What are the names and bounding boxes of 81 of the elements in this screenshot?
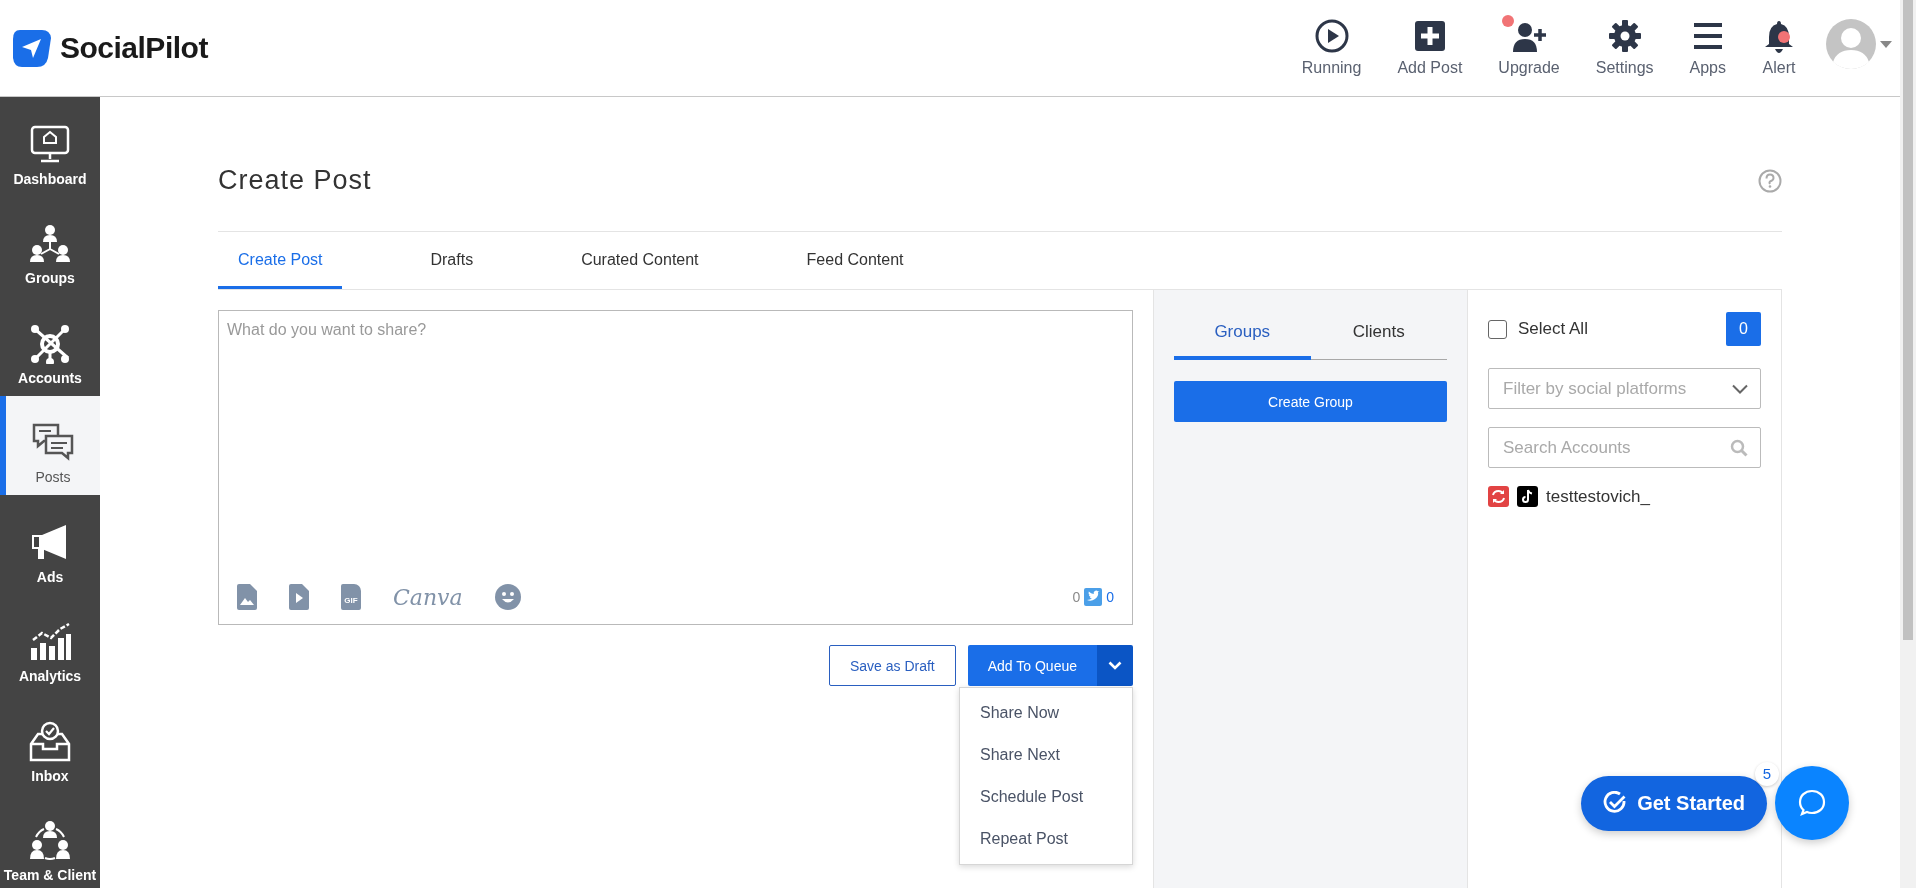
header-action-button[interactable]: Add Post (1379, 19, 1481, 77)
menu-item[interactable]: Share Now (960, 692, 1132, 734)
hierarchy-icon (28, 222, 72, 264)
account-name[interactable]: testtestovich_ (1546, 486, 1650, 507)
tab[interactable]: Groups (1174, 310, 1311, 360)
sidebar-label: Team & Client (3, 867, 97, 883)
character-count: 0 (1072, 589, 1081, 605)
count-badge: 5 (1755, 761, 1779, 786)
sidebar-item[interactable]: Team & Client (0, 793, 100, 888)
sidebar-item[interactable]: Dashboard (0, 97, 100, 197)
inbox-tray-icon (28, 719, 72, 762)
sidebar-item[interactable]: Posts (0, 395, 100, 495)
search-field[interactable]: Search Accounts (1488, 427, 1761, 468)
sidebar-item[interactable]: Analytics (0, 594, 100, 694)
header-action-button[interactable]: Running (1283, 19, 1380, 77)
checkbox[interactable] (1488, 319, 1507, 339)
search-input[interactable]: Search Accounts (1501, 436, 1730, 459)
sidebar-item[interactable]: Accounts (0, 296, 100, 396)
avatar-icon[interactable] (1826, 19, 1876, 69)
header-action-button[interactable]: Upgrade (1480, 19, 1578, 77)
create-group-button[interactable]: Create Group (1174, 381, 1447, 422)
sidebar-label: Dashboard (13, 170, 87, 187)
menu-item[interactable]: Share Next (960, 734, 1132, 776)
chevron-down-icon (1108, 661, 1122, 670)
menu-item[interactable]: Schedule Post (960, 776, 1132, 818)
header-action-button[interactable]: Alert (1744, 19, 1814, 77)
tab[interactable]: Clients (1310, 310, 1447, 360)
add-to-queue-button[interactable]: Add To Queue (967, 645, 1097, 686)
tab[interactable]: Drafts (410, 232, 494, 289)
video-file-icon[interactable] (289, 584, 309, 610)
play-icon (1314, 19, 1349, 53)
filter-input[interactable]: Filter by social platforms (1501, 377, 1732, 400)
select-all-label: Select All (1518, 319, 1588, 339)
sidebar-label: Analytics (18, 668, 82, 684)
twitter-count: 0 (1106, 589, 1114, 605)
bird-icon (1084, 588, 1103, 606)
page-title: Create Post (218, 165, 372, 196)
tab[interactable]: Feed Content (786, 232, 924, 289)
image-icon[interactable] (237, 584, 257, 610)
selected-count: 0 (1726, 312, 1761, 346)
sidebar-item[interactable]: Inbox (0, 694, 100, 794)
sidebar-label: Inbox (31, 767, 69, 784)
sidebar-label: Ads (36, 568, 64, 585)
chevron-down-icon (1732, 383, 1748, 394)
sidebar-label: Groups (25, 270, 75, 286)
music-note-icon (1517, 486, 1538, 507)
tab[interactable]: Create Post (218, 232, 343, 289)
action-label: Running (1301, 59, 1362, 77)
header-action-button[interactable]: Settings (1577, 19, 1672, 77)
tab[interactable]: Curated Content (561, 232, 719, 289)
help-icon[interactable] (1758, 168, 1782, 193)
refresh-icon[interactable] (1488, 486, 1509, 507)
sidebar-label: Posts (35, 469, 71, 485)
action-label: Apps (1689, 59, 1726, 77)
filter-dropdown[interactable]: Filter by social platforms (1488, 368, 1761, 409)
sidebar-item[interactable]: Groups (0, 196, 100, 296)
plus-square-icon (1412, 19, 1447, 53)
action-label: Settings (1595, 59, 1654, 77)
caret-icon[interactable] (1880, 40, 1892, 48)
save-draft-button[interactable]: Save as Draft (828, 645, 956, 686)
sidebar-item[interactable]: Ads (0, 495, 100, 595)
sidebar-label: Accounts (18, 369, 82, 386)
logo-text: SocialPilot (60, 31, 208, 65)
chat-button[interactable] (1775, 766, 1849, 840)
settings-icon (1607, 19, 1642, 53)
chat-bubbles-icon (31, 421, 75, 463)
search-icon (1730, 438, 1748, 457)
action-label: Upgrade (1498, 59, 1560, 77)
queue-dropdown-button[interactable] (1097, 645, 1133, 686)
header-action-button[interactable]: Apps (1671, 19, 1744, 77)
action-label: Add Post (1397, 59, 1463, 77)
smiley-icon[interactable] (494, 584, 521, 610)
paper-plane-logo-icon (12, 28, 52, 68)
post-composer-field[interactable]: What do you want to share? GIF Canva 0 0 (218, 310, 1133, 625)
people-icon (28, 819, 72, 861)
scrollbar[interactable] (1900, 0, 1916, 888)
bar-chart-icon (28, 620, 72, 662)
menu-item[interactable]: Repeat Post (960, 818, 1132, 860)
check-badge-icon (1603, 791, 1628, 815)
action-label: Alert (1762, 59, 1796, 77)
chat-bubble-icon (1797, 788, 1827, 818)
